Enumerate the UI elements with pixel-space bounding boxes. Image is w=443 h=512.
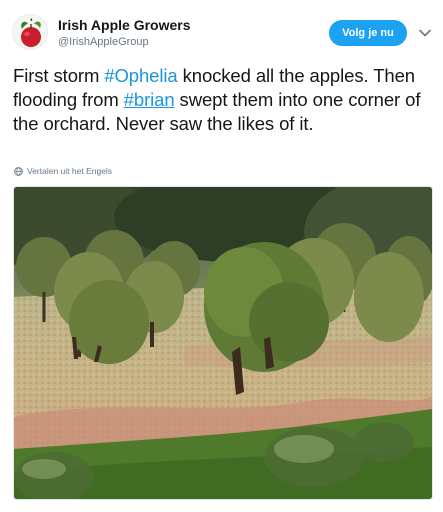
chevron-down-icon[interactable] bbox=[418, 26, 432, 40]
apple-icon bbox=[13, 15, 47, 49]
globe-icon bbox=[14, 166, 23, 176]
follow-button[interactable]: Volg je nu bbox=[329, 20, 407, 46]
tweet-card: Irish Apple Growers @IrishAppleGroup Vol… bbox=[0, 0, 443, 512]
translate-label: Vertalen uit het Engels bbox=[27, 166, 113, 176]
tweet-photo[interactable] bbox=[13, 186, 433, 500]
translate-link[interactable]: Vertalen uit het Engels bbox=[14, 166, 112, 176]
tweet-text-segment: First storm bbox=[13, 65, 105, 86]
tweet-text: First storm #Ophelia knocked all the app… bbox=[13, 64, 438, 136]
orchard-photo bbox=[14, 187, 432, 499]
hashtag-link[interactable]: #brian bbox=[124, 89, 175, 110]
avatar[interactable] bbox=[12, 14, 48, 50]
hashtag-link[interactable]: #Ophelia bbox=[104, 65, 177, 86]
author-name[interactable]: Irish Apple Growers bbox=[58, 17, 191, 33]
author-handle[interactable]: @IrishAppleGroup bbox=[58, 36, 149, 48]
